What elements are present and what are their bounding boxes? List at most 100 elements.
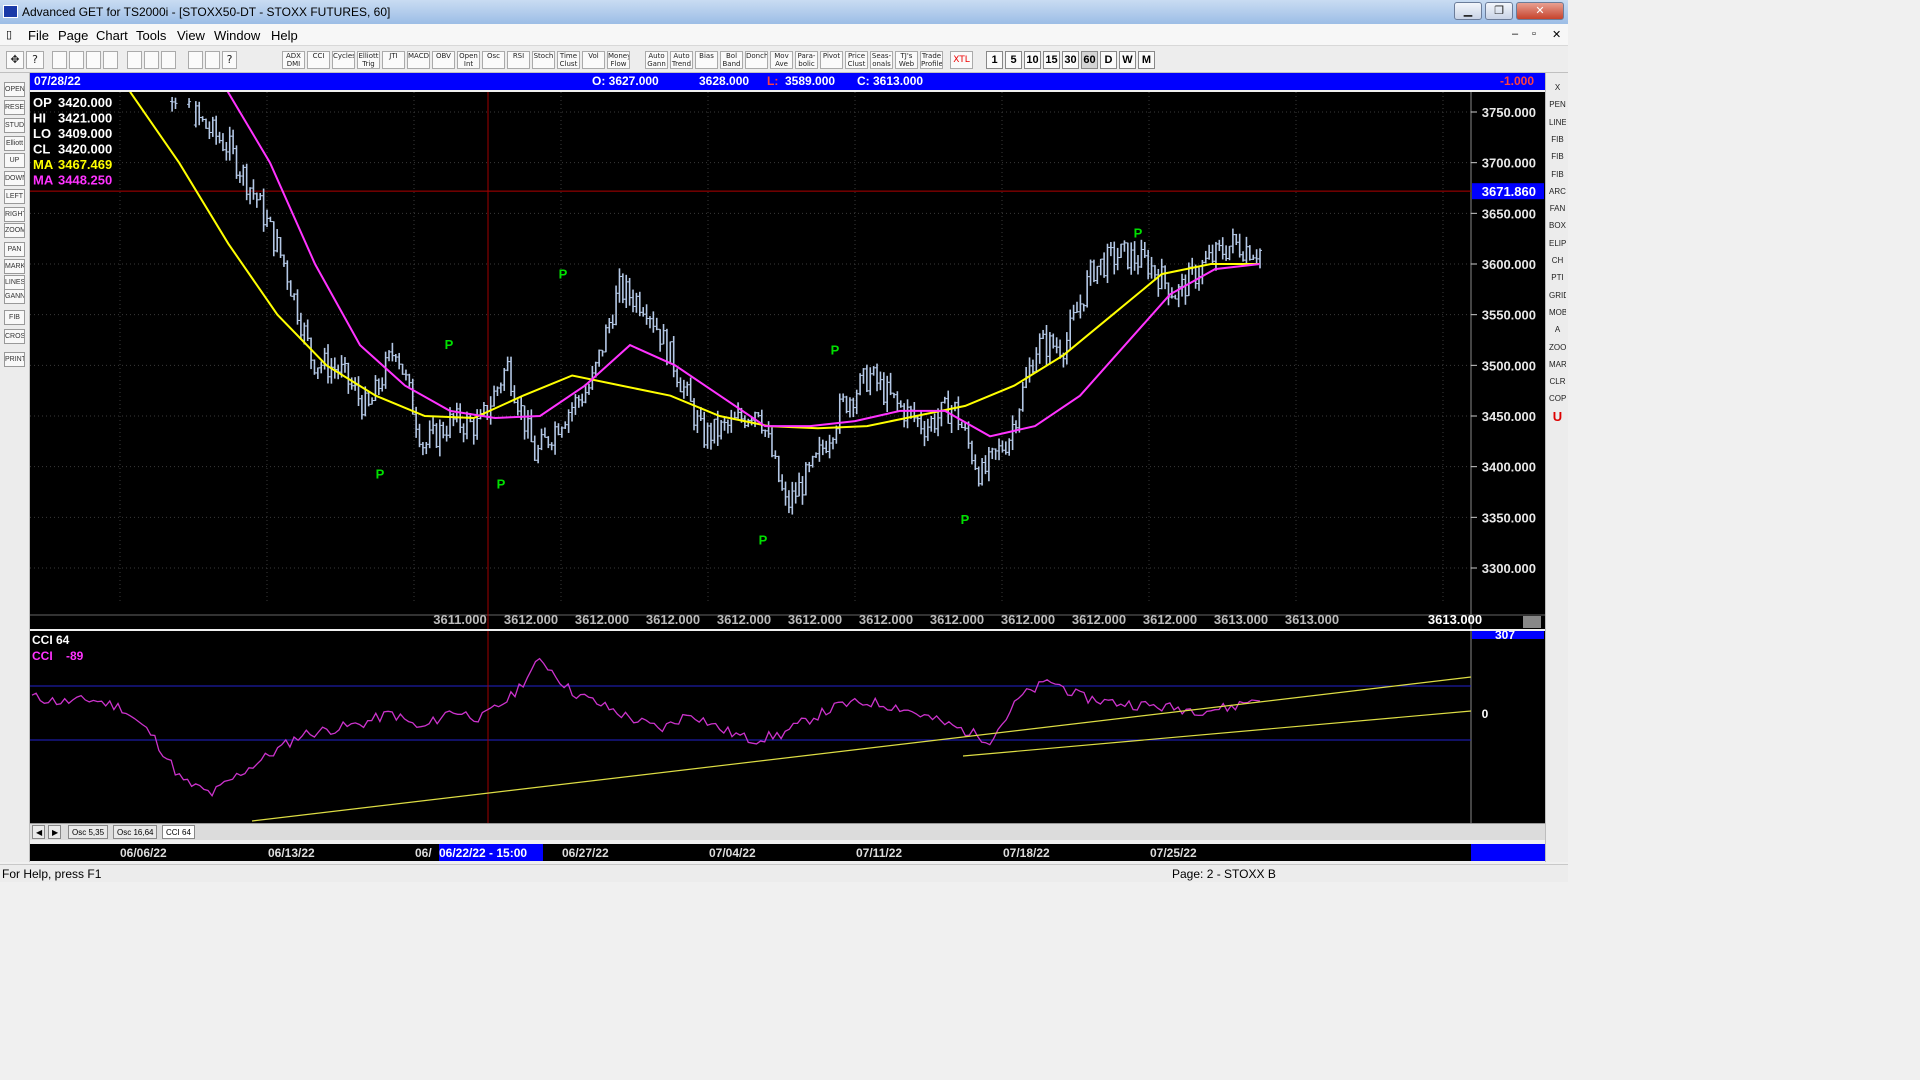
timeframe-m-button[interactable]: M xyxy=(1138,51,1155,69)
tab-osc-5-35[interactable]: Osc 5,35 xyxy=(68,825,109,839)
menu-view[interactable]: View xyxy=(177,28,205,43)
study-auto-trend-button[interactable]: Auto Trend xyxy=(670,51,693,69)
document-icon[interactable]: ▯ xyxy=(6,28,12,41)
right-tool-pen-button[interactable]: PEN xyxy=(1549,98,1566,112)
pointer-icon[interactable]: ✥ xyxy=(6,51,24,69)
timeframe-30-button[interactable]: 30 xyxy=(1062,51,1079,69)
right-tool-grid-button[interactable]: GRID xyxy=(1549,289,1566,303)
study-para-bolic-button[interactable]: Para-bolic xyxy=(795,51,818,69)
save-icon[interactable] xyxy=(103,51,118,69)
minimize-button[interactable]: ▁ xyxy=(1454,2,1482,20)
right-tool-a-button[interactable]: A xyxy=(1549,323,1566,337)
layout-icon[interactable] xyxy=(127,51,142,69)
left-tool-right-button[interactable]: RIGHT xyxy=(4,207,25,222)
right-tool-line-button[interactable]: LINE xyxy=(1549,116,1566,130)
study-mov-ave-button[interactable]: Mov Ave xyxy=(770,51,793,69)
study-cycles-button[interactable]: Cycles xyxy=(332,51,355,69)
study-auto-gann-button[interactable]: Auto Gann xyxy=(645,51,668,69)
tab-scroll-left-icon[interactable]: ◀ xyxy=(32,825,45,839)
study-elliott-trig-button[interactable]: Elliott Trig xyxy=(357,51,380,69)
study-cci-button[interactable]: CCI xyxy=(307,51,330,69)
menu-file[interactable]: File xyxy=(28,28,49,43)
right-tool-ch-button[interactable]: CH xyxy=(1549,254,1566,268)
grid-icon[interactable] xyxy=(161,51,176,69)
study-adx-dmi-button[interactable]: ADX DMI xyxy=(282,51,305,69)
timeframe-60-button[interactable]: 60 xyxy=(1081,51,1098,69)
study-bias-button[interactable]: Bias xyxy=(695,51,718,69)
right-tool-x-button[interactable]: X xyxy=(1549,81,1566,95)
study-donch-button[interactable]: Donch xyxy=(745,51,768,69)
study-obv-button[interactable]: OBV xyxy=(432,51,455,69)
right-tool-pti-button[interactable]: PTI xyxy=(1549,271,1566,285)
right-tool-copy-button[interactable]: COPY xyxy=(1549,392,1566,406)
study-osc-button[interactable]: Osc xyxy=(482,51,505,69)
timeframe-5-button[interactable]: 5 xyxy=(1005,51,1022,69)
study-open-int-button[interactable]: Open Int xyxy=(457,51,480,69)
right-tool-fan-button[interactable]: FAN xyxy=(1549,202,1566,216)
timeframe-w-button[interactable]: W xyxy=(1119,51,1136,69)
left-tool-cross-button[interactable]: CROSS xyxy=(4,329,25,344)
menu-tools[interactable]: Tools xyxy=(136,28,166,43)
study-stoch-button[interactable]: Stoch xyxy=(532,51,555,69)
right-tool-mob-button[interactable]: MOB xyxy=(1549,306,1566,320)
study-xtl-button[interactable]: XTL xyxy=(950,51,973,69)
left-tool-left-button[interactable]: LEFT xyxy=(4,189,25,204)
left-tool-down-button[interactable]: DOWN xyxy=(4,171,25,186)
right-tool-fib-ret-button[interactable]: FIB RET xyxy=(1549,133,1566,147)
study-time-clust-button[interactable]: Time Clust xyxy=(557,51,580,69)
left-tool-study-button[interactable]: STUDY xyxy=(4,118,25,133)
left-tool-up-button[interactable]: UP xyxy=(4,153,25,168)
timeframe-10-button[interactable]: 10 xyxy=(1024,51,1041,69)
mdi-restore-button[interactable]: ▫ xyxy=(1532,28,1536,40)
study-seas-onals-button[interactable]: Seas-onals xyxy=(870,51,893,69)
close-button[interactable]: ✕ xyxy=(1516,2,1564,20)
context-help-icon[interactable]: ? xyxy=(222,51,237,69)
study-pivot-button[interactable]: Pivot xyxy=(820,51,843,69)
study-jti-button[interactable]: JTI xyxy=(382,51,405,69)
right-tool-u-button[interactable]: U xyxy=(1549,410,1566,424)
timeframe-1-button[interactable]: 1 xyxy=(986,51,1003,69)
study-bol-band-button[interactable]: Bol Band xyxy=(720,51,743,69)
copy-icon[interactable] xyxy=(69,51,84,69)
left-tool-open-button[interactable]: OPEN xyxy=(4,82,25,97)
left-tool-reset-button[interactable]: RESET xyxy=(4,100,25,115)
study-vol-button[interactable]: Vol xyxy=(582,51,605,69)
new-icon[interactable] xyxy=(52,51,67,69)
price-chart[interactable]: 3750.000 3700.000 3650.000 3600.000 3550.000… xyxy=(30,86,1545,629)
left-tool-print-button[interactable]: PRINT xyxy=(4,352,25,367)
menu-window[interactable]: Window xyxy=(214,28,260,43)
open-icon[interactable] xyxy=(86,51,101,69)
study-money-flow-button[interactable]: Money Flow xyxy=(607,51,630,69)
menu-page[interactable]: Page xyxy=(58,28,88,43)
left-tool-gann-button[interactable]: GANN xyxy=(4,289,25,304)
right-tool-box-button[interactable]: BOX xyxy=(1549,219,1566,233)
left-tool-fib-button[interactable]: FIB xyxy=(4,310,25,325)
right-tool-clr-button[interactable]: CLR xyxy=(1549,375,1566,389)
study-macd-button[interactable]: MACD xyxy=(407,51,430,69)
right-tool-fib-time-button[interactable]: FIB TIME xyxy=(1549,168,1566,182)
study-rsi-button[interactable]: RSI xyxy=(507,51,530,69)
timeframe-15-button[interactable]: 15 xyxy=(1043,51,1060,69)
left-tool-mark-button[interactable]: MARK xyxy=(4,259,25,274)
timeframe-d-button[interactable]: D xyxy=(1100,51,1117,69)
tab-scroll-right-icon[interactable]: ▶ xyxy=(48,825,61,839)
right-tool-elips-button[interactable]: ELIPS xyxy=(1549,237,1566,251)
right-tool-fib-ext-button[interactable]: FIB EXT xyxy=(1549,150,1566,164)
print-icon[interactable] xyxy=(188,51,203,69)
cancel-icon[interactable] xyxy=(144,51,159,69)
left-tool-zoom-button[interactable]: ZOOM xyxy=(4,223,25,238)
study-tj-s-web-button[interactable]: TJ's Web xyxy=(895,51,918,69)
study-price-clust-button[interactable]: Price Clust xyxy=(845,51,868,69)
left-tool-lines-button[interactable]: LINES xyxy=(4,275,25,290)
menu-chart[interactable]: Chart xyxy=(96,28,128,43)
right-tool-arc-button[interactable]: ARC xyxy=(1549,185,1566,199)
right-tool-mark-button[interactable]: MARK xyxy=(1549,358,1566,372)
tab-cci-64[interactable]: CCI 64 xyxy=(162,825,195,839)
menu-help[interactable]: Help xyxy=(271,28,298,43)
left-tool-pan-button[interactable]: PAN xyxy=(4,242,25,257)
oscillator-panel[interactable]: 307 0 CCI 64 CCI -89 xyxy=(30,628,1545,823)
maximize-button[interactable]: ❐ xyxy=(1485,2,1513,20)
bulb-icon[interactable] xyxy=(205,51,220,69)
help-cursor-icon[interactable]: ? xyxy=(26,51,44,69)
right-tool-zoom-button[interactable]: ZOOM xyxy=(1549,341,1566,355)
